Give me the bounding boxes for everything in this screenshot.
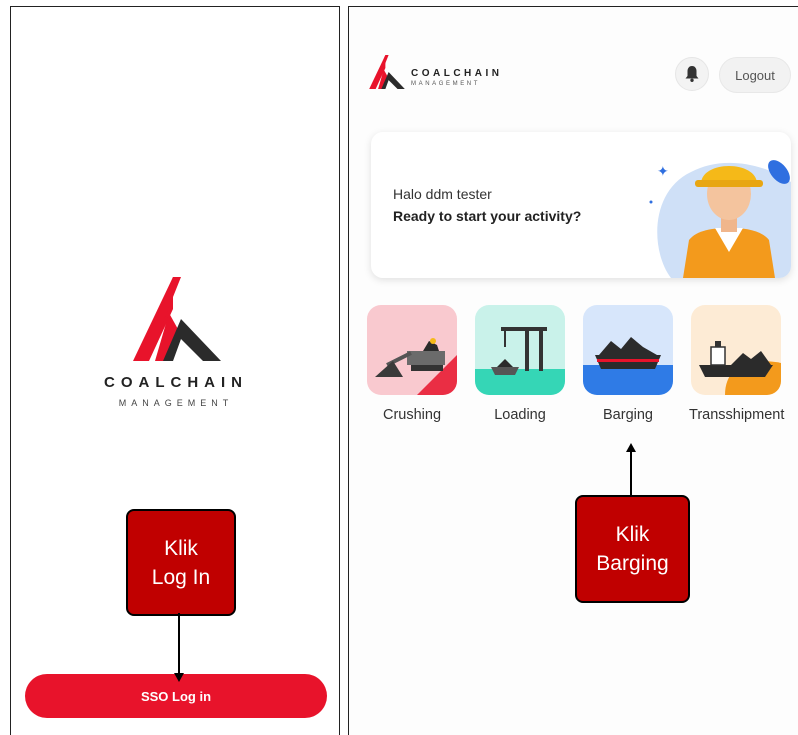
arrow-line <box>630 451 632 495</box>
callout-text: Klik <box>615 523 650 546</box>
coalchain-logo-icon <box>369 55 405 89</box>
menu-label: Transshipment <box>689 407 785 423</box>
brand-name: COALCHAIN <box>411 68 503 79</box>
home-screen: COALCHAIN MANAGEMENT Logout Halo ddm tes… <box>348 6 798 735</box>
menu-transshipment[interactable]: Transshipment <box>689 305 785 423</box>
arrow-down-icon <box>174 673 184 682</box>
worker-illustration-icon: ✦ <box>649 160 791 278</box>
transshipment-tile[interactable] <box>691 305 781 395</box>
logout-button[interactable]: Logout <box>719 57 791 93</box>
svg-text:✦: ✦ <box>657 164 669 180</box>
transshipment-icon <box>699 341 781 395</box>
login-callout: Klik Log In <box>126 509 236 616</box>
menu-loading[interactable]: Loading <box>473 305 567 423</box>
crushing-tile[interactable] <box>367 305 457 395</box>
barging-callout: Klik Barging <box>575 495 690 603</box>
menu-label: Barging <box>603 407 653 423</box>
greeting-card: Halo ddm tester Ready to start your acti… <box>371 132 791 278</box>
barging-tile[interactable] <box>583 305 673 395</box>
menu-crushing[interactable]: Crushing <box>365 305 459 423</box>
brand-name: COALCHAIN <box>104 374 248 391</box>
brand-subtitle: MANAGEMENT <box>411 81 481 87</box>
callout-text: Klik <box>164 536 198 560</box>
greeting-prompt: Ready to start your activity? <box>393 208 582 224</box>
arrow-line <box>178 613 180 675</box>
menu-label: Loading <box>494 407 546 423</box>
crushing-icon <box>375 338 457 395</box>
coalchain-logo-icon <box>133 277 221 361</box>
callout-text: Log In <box>151 565 211 589</box>
barging-icon <box>583 337 673 395</box>
login-screen: COALCHAIN MANAGEMENT SSO Log in <box>10 6 340 735</box>
menu-barging[interactable]: Barging <box>581 305 675 423</box>
arrow-up-icon <box>626 443 636 452</box>
callout-text: Barging <box>596 552 669 575</box>
loading-icon <box>475 327 565 395</box>
brand-subtitle: MANAGEMENT <box>118 398 234 408</box>
menu-label: Crushing <box>382 407 442 423</box>
bell-icon <box>685 66 699 82</box>
loading-tile[interactable] <box>475 305 565 395</box>
greeting-text: Halo ddm tester <box>393 186 492 202</box>
notification-button[interactable] <box>675 57 709 91</box>
